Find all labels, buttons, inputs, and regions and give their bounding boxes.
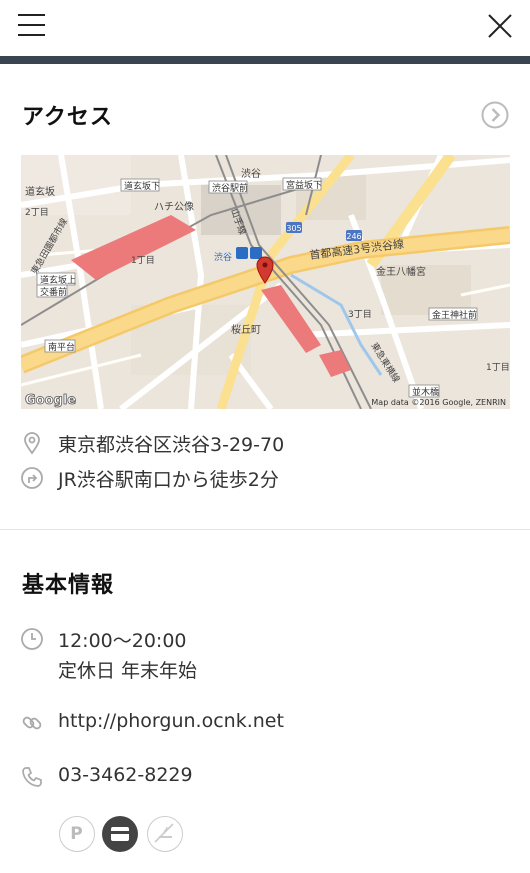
hours-text: 12:00〜20:00 [58,630,187,652]
credit-card-icon [111,827,129,841]
close-icon[interactable] [486,12,514,40]
route-246: 246 [346,232,361,241]
map-label-shibuya: 渋谷 [241,167,261,180]
phone-icon [22,767,42,787]
holiday-row: 定休日 年末年始 [0,654,530,684]
map-label-shibuya-ekimae: 渋谷駅前 [212,182,248,194]
no-smoking-icon [154,823,174,843]
map-attribution: Map data ©2016 Google, ZENRIN [371,398,506,407]
map-label-dogenzaka: 道玄坂 [25,185,55,198]
directions-text: JR渋谷駅南口から徒歩2分 [58,469,279,491]
phone-row: 03-3462-8229 [0,762,530,792]
no-smoking-badge [147,816,183,852]
address-text: 東京都渋谷区渋谷3-29-70 [58,434,285,456]
map-label-itchome: 1丁目 [131,255,155,266]
link-icon [22,716,42,730]
map-label-sakuragaoka: 桜丘町 [231,323,261,336]
map-label-itchome-2: 1丁目 [486,362,510,373]
phone-link[interactable]: 03-3462-8229 [58,764,193,786]
info-title: 基本情報 [22,573,115,598]
header-divider [0,56,530,64]
parking-icon: P [70,824,83,844]
section-divider [0,529,530,530]
map-label-miyamasuzaka: 宮益坂下 [286,179,322,191]
hours-row: 12:00〜20:00 [0,624,530,654]
map-label-sanchome: 3丁目 [348,309,372,320]
clock-icon [21,628,43,650]
top-bar [0,0,530,56]
map-label-hachiko: ハチ公像 [154,201,194,213]
map-label-dogenzaka-ue: 道玄坂上 [40,274,76,286]
hamburger-icon[interactable] [18,14,45,36]
map-label-konno-shrine: 金王神社前 [432,309,477,321]
address-row: 東京都渋谷区渋谷3-29-70 [0,428,530,458]
access-map[interactable]: 305 246 渋谷 道玄坂 2丁目 ハチ公像 渋谷 首都高速3号渋谷線 金王八… [21,155,510,409]
route-305: 305 [286,224,301,233]
parking-badge: P [59,816,95,852]
map-label-nanpeidai: 南平台 [48,341,75,353]
map-label-dogenzaka-2: 2丁目 [25,207,49,218]
holiday-text: 定休日 年末年始 [58,660,198,682]
website-link[interactable]: http://phorgun.ocnk.net [58,710,284,732]
google-logo: Google [25,393,76,408]
map-label-kosaten: 交番前 [40,286,67,298]
directions-row: JR渋谷駅南口から徒歩2分 [0,463,530,493]
location-pin-icon [24,432,40,455]
access-title: アクセス [22,105,113,130]
map-label-namiki: 並木橋 [412,386,439,398]
url-row: http://phorgun.ocnk.net [0,708,530,738]
directions-icon [21,467,43,489]
map-label-station: 渋谷 [214,251,232,263]
map-label-dogenzaka-shita: 道玄坂下 [124,180,160,192]
chevron-right-circle-icon[interactable] [481,101,509,129]
map-label-konno-hachimangu: 金王八幡宮 [376,265,426,278]
credit-card-badge [102,816,138,852]
